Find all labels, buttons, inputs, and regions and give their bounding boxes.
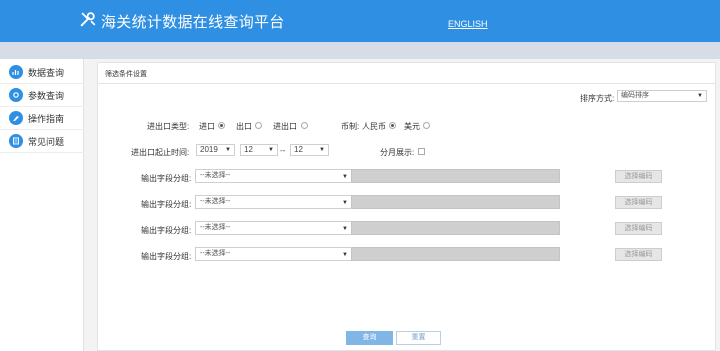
field-group-select[interactable]: --未选择-- ▼ — [195, 195, 352, 209]
field-group-label: 输出字段分组: — [141, 200, 192, 209]
english-link[interactable]: ENGLISH — [448, 19, 488, 29]
tools-icon — [80, 12, 96, 27]
field-group-placeholder: --未选择-- — [200, 198, 231, 205]
select-code-button[interactable]: 选择编码 — [615, 170, 662, 183]
radio-export[interactable] — [255, 122, 262, 129]
period-separator: -- — [280, 146, 286, 155]
start-month-select[interactable]: 12 ▼ — [240, 144, 278, 156]
panel-header: 筛选条件设置 — [98, 63, 715, 84]
radio-label-usd: 美元 — [404, 122, 420, 131]
field-group-placeholder: --未选择-- — [200, 224, 231, 231]
field-group-select[interactable]: --未选择-- ▼ — [195, 169, 352, 183]
chevron-down-icon: ▼ — [225, 147, 231, 153]
sidebar-item-label: 参数查询 — [28, 90, 65, 101]
sub-header-bar — [0, 42, 720, 59]
end-month-select[interactable]: 12 ▼ — [290, 144, 329, 156]
field-group-label: 输出字段分组: — [141, 252, 192, 261]
field-group-label: 输出字段分组: — [141, 174, 192, 183]
sidebar-item-label: 数据查询 — [28, 67, 65, 78]
sidebar-item-label: 操作指南 — [28, 113, 65, 124]
year-select[interactable]: 2019 ▼ — [196, 144, 235, 156]
radio-label-import: 进口 — [199, 122, 215, 131]
select-code-button[interactable]: 选择编码 — [615, 222, 662, 235]
sidebar-item-faq[interactable]: 常见问题 — [0, 130, 84, 153]
field-group-placeholder: --未选择-- — [200, 250, 231, 257]
sidebar-item-guide[interactable]: 操作指南 — [0, 107, 84, 130]
field-group-placeholder: --未选择-- — [200, 172, 231, 179]
guide-icon — [9, 111, 23, 125]
period-label: 进出口起止时间: — [131, 148, 190, 157]
param-icon — [9, 88, 23, 102]
chevron-down-icon: ▼ — [268, 147, 274, 153]
select-code-button[interactable]: 选择编码 — [615, 196, 662, 209]
sort-select[interactable]: 编码排序 ▼ — [617, 90, 707, 102]
chevron-down-icon: ▼ — [342, 200, 348, 206]
radio-label-import-export: 进出口 — [273, 122, 297, 131]
monthly-display-checkbox[interactable] — [418, 148, 425, 155]
currency-label: 币制: — [341, 122, 360, 131]
sort-value: 编码排序 — [621, 92, 649, 99]
field-group-codes-input[interactable] — [351, 195, 560, 209]
panel-title: 筛选条件设置 — [105, 71, 147, 78]
radio-rmb[interactable] — [389, 122, 396, 129]
chevron-down-icon: ▼ — [342, 174, 348, 180]
data-icon — [9, 65, 23, 79]
radio-import-export[interactable] — [301, 122, 308, 129]
field-group-select[interactable]: --未选择-- ▼ — [195, 221, 352, 235]
radio-usd[interactable] — [423, 122, 430, 129]
sidebar-item-label: 常见问题 — [28, 136, 65, 147]
field-group-codes-input[interactable] — [351, 169, 560, 183]
sidebar-item-data-query[interactable]: 数据查询 — [0, 61, 84, 84]
chevron-down-icon: ▼ — [697, 93, 703, 99]
sidebar: 数据查询 参数查询 操作指南 常见问题 — [0, 59, 84, 351]
field-group-codes-input[interactable] — [351, 247, 560, 261]
faq-icon — [9, 134, 23, 148]
page-title: 海关统计数据在线查询平台 — [101, 13, 285, 31]
header-bar: 海关统计数据在线查询平台 ENGLISH — [0, 0, 720, 42]
radio-label-export: 出口 — [236, 122, 252, 131]
sidebar-item-param-query[interactable]: 参数查询 — [0, 84, 84, 107]
reset-button[interactable]: 重置 — [396, 331, 441, 345]
field-group-label: 输出字段分组: — [141, 226, 192, 235]
select-code-button[interactable]: 选择编码 — [615, 248, 662, 261]
end-month-value: 12 — [294, 145, 303, 154]
sort-label: 排序方式: — [580, 94, 615, 103]
chevron-down-icon: ▼ — [319, 147, 325, 153]
query-button[interactable]: 查询 — [346, 331, 393, 345]
chevron-down-icon: ▼ — [342, 226, 348, 232]
chevron-down-icon: ▼ — [342, 252, 348, 258]
field-group-select[interactable]: --未选择-- ▼ — [195, 247, 352, 261]
field-group-codes-input[interactable] — [351, 221, 560, 235]
monthly-display-label: 分月展示: — [380, 148, 415, 157]
radio-label-rmb: 人民币 — [362, 122, 386, 131]
year-value: 2019 — [200, 145, 218, 154]
trade-type-label: 进出口类型: — [147, 122, 190, 131]
start-month-value: 12 — [244, 145, 253, 154]
radio-import[interactable] — [218, 122, 225, 129]
